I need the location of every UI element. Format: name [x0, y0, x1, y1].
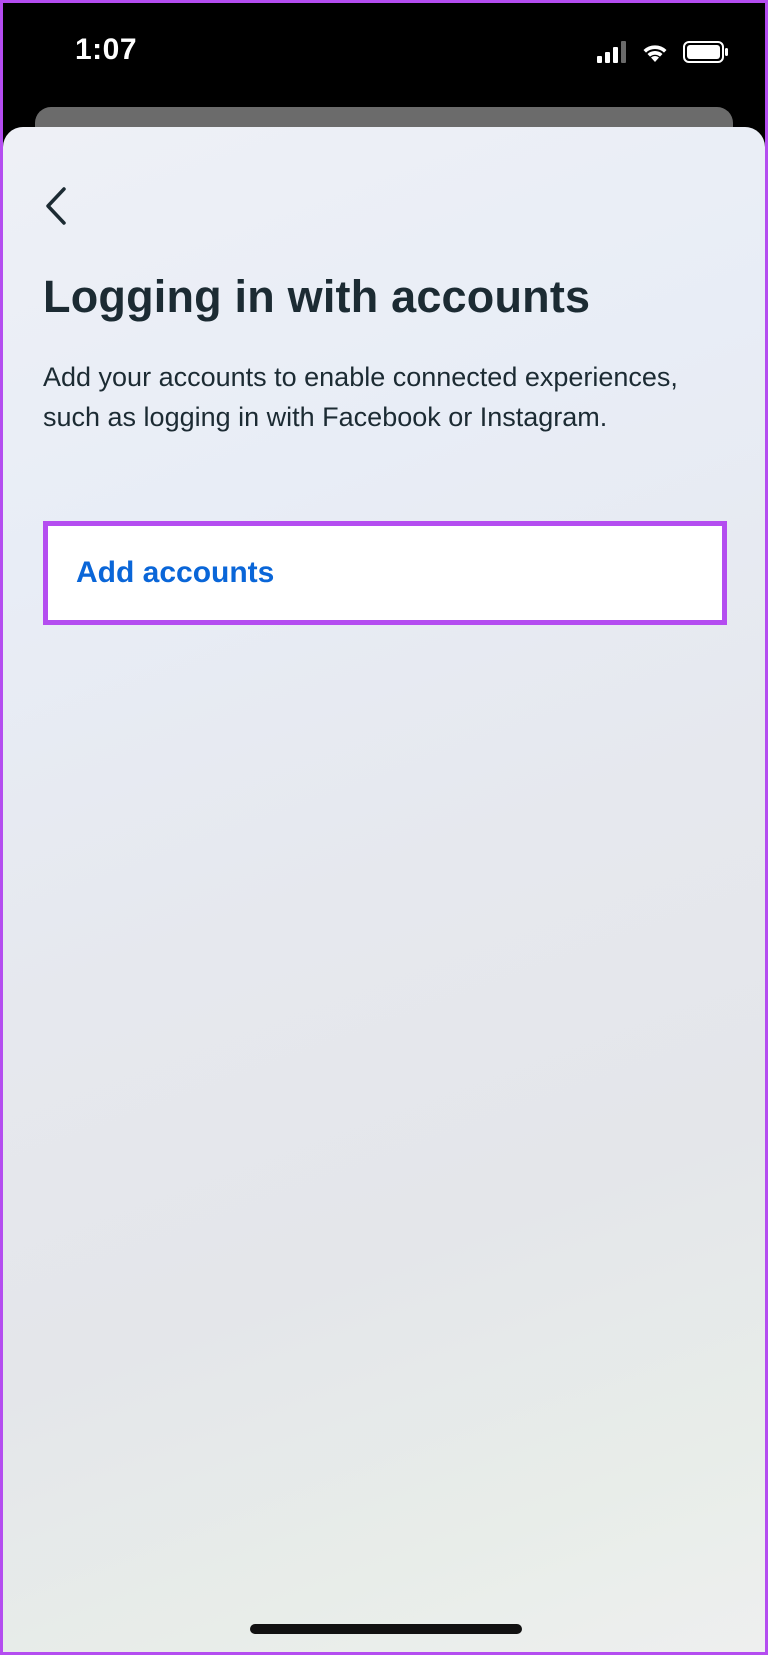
add-accounts-button[interactable]: Add accounts: [43, 521, 727, 625]
page-description: Add your accounts to enable connected ex…: [43, 362, 678, 432]
page-title: Logging in with accounts: [43, 271, 591, 322]
status-time: 1:07: [75, 33, 138, 66]
battery-icon: [683, 41, 729, 68]
add-accounts-label: Add accounts: [76, 556, 275, 589]
modal-sheet: Logging in with accounts Add your accoun…: [3, 127, 765, 1652]
phone-screen: 1:07 Logging in with accounts Add your a…: [0, 0, 768, 1655]
chevron-left-icon: [44, 186, 68, 231]
wifi-icon: [641, 41, 669, 68]
back-button[interactable]: [39, 185, 73, 231]
signal-icon: [597, 41, 627, 68]
status-bar: 1:07: [3, 3, 765, 103]
home-indicator[interactable]: [250, 1624, 522, 1634]
status-icons: [597, 41, 729, 68]
